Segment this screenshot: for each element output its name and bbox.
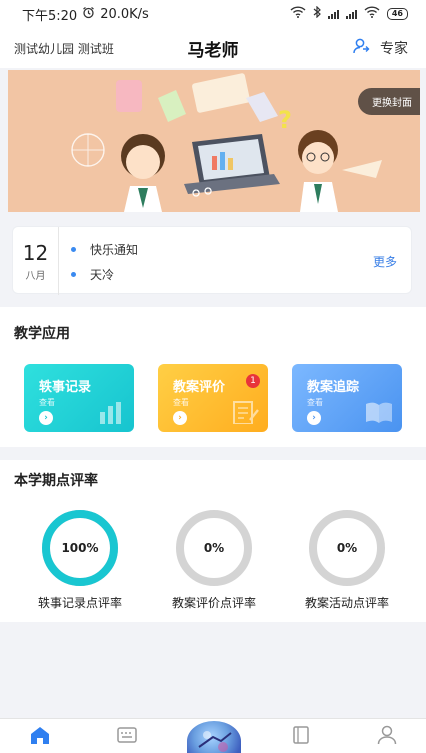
user-switch-icon: [352, 37, 370, 59]
notice-card: 12 八月 快乐通知 天冷 更多: [12, 226, 412, 295]
rate-label: 轶事记录点评率: [37, 596, 122, 610]
notification-badge: 1: [246, 374, 260, 388]
card-subtitle: 查看: [173, 398, 189, 407]
status-bar: 下午5:20 20.0K/s 46: [0, 0, 426, 28]
signal-icon: [345, 9, 357, 19]
expert-label: 专家: [380, 41, 408, 57]
keyboard-icon: [117, 727, 137, 743]
tab-profile[interactable]: [376, 725, 398, 749]
tab-home[interactable]: [29, 725, 51, 749]
review-rate-ring: 0%: [302, 510, 392, 586]
school-class-label: 测试幼儿园 测试班: [14, 41, 114, 56]
expert-button[interactable]: 专家: [352, 37, 408, 59]
review-rate-ring: 100%: [35, 510, 125, 586]
more-link[interactable]: 更多: [373, 253, 397, 270]
center-action-button[interactable]: [187, 721, 241, 753]
lesson-plan-evaluation-card[interactable]: 教案评价 查看 › 1: [158, 364, 268, 432]
arrow-right-icon: ›: [39, 411, 53, 425]
battery-indicator: 46: [386, 8, 408, 20]
wifi-icon: [290, 6, 306, 22]
bullet-icon: [71, 272, 76, 277]
cover-banner: ? 更换封面: [8, 70, 420, 212]
book-icon: [293, 726, 309, 744]
bar-chart-icon: [100, 402, 121, 424]
rate-value: 100%: [61, 541, 99, 555]
document-edit-icon: [233, 401, 259, 424]
banner-illustration: ?: [71, 73, 382, 212]
rate-label: 教案活动点评率: [304, 596, 389, 610]
signal-icon: [327, 9, 339, 19]
anecdote-record-card[interactable]: 轶事记录 查看 ›: [24, 364, 134, 432]
card-title: 教案评价: [173, 380, 226, 395]
arrow-right-icon: ›: [307, 411, 321, 425]
arrow-right-icon: ›: [173, 411, 187, 425]
notice-month: 八月: [25, 271, 46, 282]
rate-value: 0%: [203, 541, 225, 555]
notice-item[interactable]: 天冷: [71, 266, 114, 283]
alarm-icon: [82, 6, 95, 23]
teaching-apps-title: 教学应用: [14, 326, 70, 342]
globe-icon: [198, 731, 232, 752]
rate-value: 0%: [336, 541, 358, 555]
card-subtitle: 查看: [39, 398, 55, 407]
tab-records[interactable]: [116, 725, 138, 749]
status-time: 下午5:20: [22, 8, 78, 24]
rate-label: 教案评价点评率: [171, 596, 256, 610]
tab-library[interactable]: [290, 725, 312, 749]
app-header: 测试幼儿园 测试班 马老师 专家: [0, 28, 426, 68]
notice-item-text: 天冷: [90, 268, 115, 282]
card-subtitle: 查看: [307, 398, 323, 407]
home-icon: [31, 727, 49, 744]
notice-date: 12 八月: [13, 227, 59, 295]
review-rate-ring: 0%: [169, 510, 259, 586]
user-icon: [377, 725, 397, 745]
lesson-plan-tracking-card[interactable]: 教案追踪 查看 ›: [292, 364, 402, 432]
wifi-icon: [364, 6, 380, 22]
network-speed: 20.0K/s: [100, 6, 149, 22]
notice-item-text: 快乐通知: [90, 243, 139, 257]
bullet-icon: [71, 247, 76, 252]
change-cover-button[interactable]: 更换封面: [358, 88, 420, 115]
card-title: 教案追踪: [307, 380, 360, 395]
svg-text:?: ?: [278, 106, 292, 134]
bluetooth-icon: [313, 5, 321, 22]
card-title: 轶事记录: [39, 380, 92, 395]
open-book-icon: [366, 402, 392, 423]
notice-day: 12: [22, 241, 49, 265]
review-rate-title: 本学期点评率: [14, 473, 98, 489]
notice-item[interactable]: 快乐通知: [71, 241, 138, 258]
